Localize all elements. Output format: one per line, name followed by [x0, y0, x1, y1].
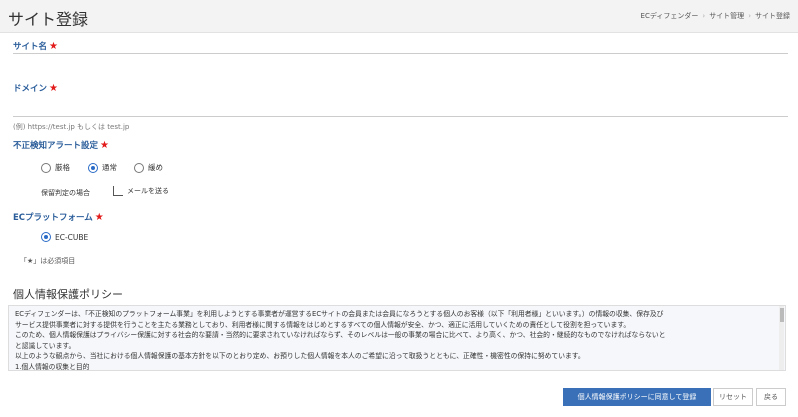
radio-ec-cube-label: EC-CUBE — [55, 232, 89, 242]
required-star-icon: ★ — [49, 41, 58, 52]
policy-line: このため、個人情報保護はプライバシー保護に対する社会的な要請・当然的に要求されて… — [15, 331, 666, 339]
site-name-label: サイト名 ★ — [13, 40, 58, 52]
required-star-icon: ★ — [100, 140, 109, 151]
policy-textbox[interactable]: ECディフェンダーは、「不正検知のプラットフォーム事業」を利用しようとする事業者… — [8, 305, 786, 371]
on-hold-label: 保留判定の場合 — [41, 189, 90, 197]
breadcrumb-separator: › — [748, 12, 751, 20]
breadcrumb-item-home[interactable]: ECディフェンダー — [641, 12, 699, 20]
policy-line: ECディフェンダーは、「不正検知のプラットフォーム事業」を利用しようとする事業者… — [15, 310, 664, 318]
radio-icon — [134, 162, 144, 173]
send-mail-checkbox[interactable]: メールを送る — [113, 186, 169, 196]
domain-input[interactable] — [13, 115, 788, 117]
policy-line: 以上のような観点から、当社における個人情報保護の基本方針を以下のとおり定め、お預… — [15, 352, 585, 360]
policy-title: 個人情報保護ポリシー — [13, 288, 123, 301]
checkbox-icon — [113, 186, 123, 196]
breadcrumb-item-current: サイト登録 — [755, 12, 790, 20]
reset-button[interactable]: リセット — [713, 388, 753, 406]
radio-loose-label: 緩め — [148, 163, 163, 172]
policy-line: サービス提供事業者に対する提供を行うことを主たる業務としており、利用者様に関する… — [15, 320, 631, 329]
domain-hint: (例) https://test.jp もしくは test.jp — [13, 123, 130, 131]
required-star-icon: ★ — [94, 212, 104, 223]
policy-line: と認識しています。 — [15, 341, 76, 350]
policy-line: 1.個人情報の収集と目的 — [15, 362, 90, 371]
radio-strict[interactable]: 厳格 — [41, 162, 70, 173]
radio-strict-label: 厳格 — [55, 163, 70, 172]
breadcrumb-separator: › — [702, 12, 706, 20]
domain-label: ドメイン ★ — [13, 82, 58, 94]
required-note: 「★」は必須項目 — [20, 257, 76, 265]
page-header: サイト登録 ECディフェンダー › サイト管理 › サイト登録 — [0, 0, 798, 33]
policy-scrollbar-thumb[interactable] — [780, 308, 784, 322]
agree-register-button[interactable]: 個人情報保護ポリシーに同意して登録 — [563, 388, 711, 406]
radio-normal[interactable]: 通常 — [88, 162, 117, 173]
site-name-input[interactable] — [13, 52, 788, 54]
required-star-icon: ★ — [49, 83, 58, 94]
radio-loose[interactable]: 緩め — [134, 162, 163, 173]
domain-label-text: ドメイン — [13, 84, 48, 94]
radio-ec-cube[interactable]: EC-CUBE — [41, 232, 88, 242]
radio-selected-icon — [41, 232, 51, 242]
ec-platform-label: ECプラットフォーム ★ — [13, 211, 104, 223]
ec-platform-label-text: ECプラットフォーム — [13, 213, 93, 223]
radio-icon — [41, 162, 51, 173]
back-button[interactable]: 戻る — [756, 388, 786, 406]
radio-normal-label: 通常 — [102, 163, 117, 172]
breadcrumb-item-site-management[interactable]: サイト管理 — [709, 12, 744, 20]
site-name-label-text: サイト名 — [13, 42, 48, 52]
breadcrumb: ECディフェンダー › サイト管理 › サイト登録 — [641, 11, 790, 21]
page-title: サイト登録 — [8, 10, 89, 29]
send-mail-label: メールを送る — [127, 187, 169, 195]
radio-selected-icon — [88, 162, 98, 173]
fraud-alert-label-text: 不正検知アラート設定 — [13, 141, 99, 151]
fraud-alert-label: 不正検知アラート設定 ★ — [13, 139, 109, 151]
